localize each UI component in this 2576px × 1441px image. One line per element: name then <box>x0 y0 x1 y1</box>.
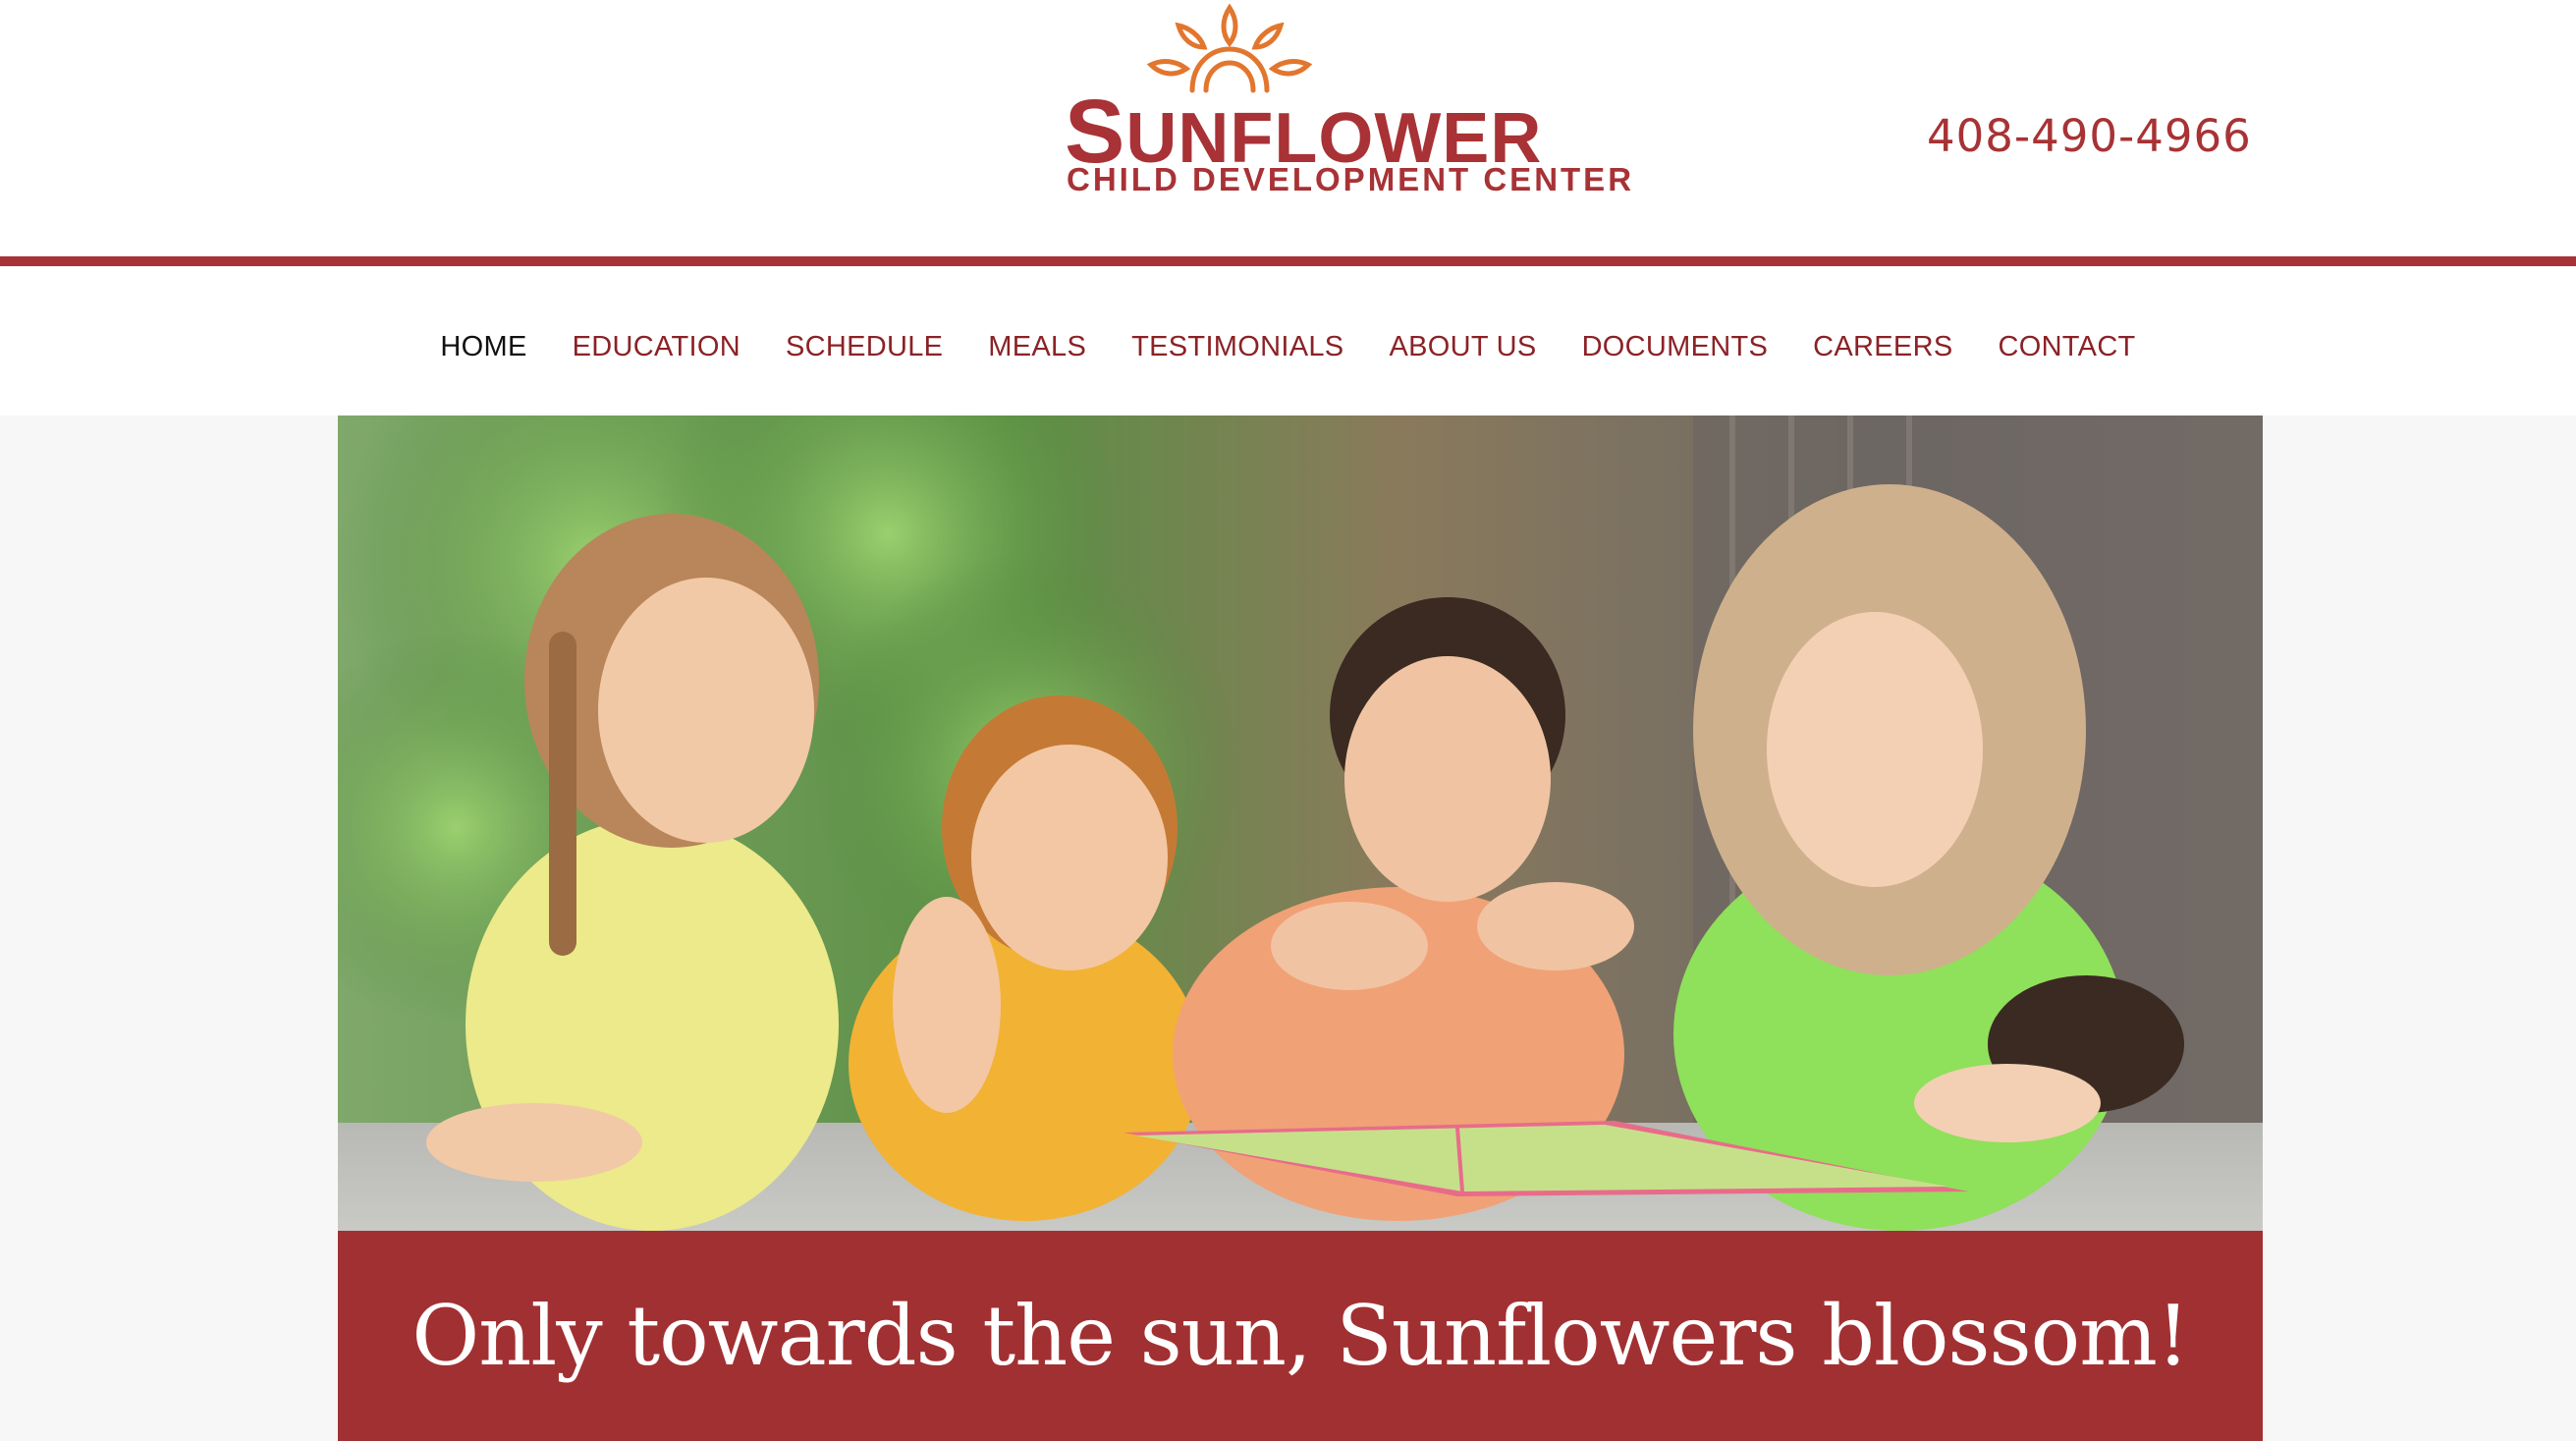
tagline-banner: Only towards the sun, Sunflowers blossom… <box>338 1231 2263 1441</box>
nav-item-documents[interactable]: DOCUMENTS <box>1560 333 1791 361</box>
nav-item-careers[interactable]: CAREERS <box>1790 333 1975 361</box>
nav-item-testimonials[interactable]: TESTIMONIALS <box>1109 333 1366 361</box>
nav-item-schedule[interactable]: SCHEDULE <box>763 333 965 361</box>
nav-item-home[interactable]: HOME <box>417 333 549 361</box>
main-content: Only towards the sun, Sunflowers blossom… <box>0 416 2576 1441</box>
main-nav: HOME EDUCATION SCHEDULE MEALS TESTIMONIALS AB… <box>0 266 2576 416</box>
sunflower-logo[interactable]: SUNFLOWER CHILD DEVELOPMENT CENTER <box>1063 0 1631 201</box>
header-divider <box>0 256 2576 266</box>
page: SUNFLOWER CHILD DEVELOPMENT CENTER 408-4… <box>0 0 2576 1441</box>
site-header: SUNFLOWER CHILD DEVELOPMENT CENTER 408-4… <box>0 0 2576 257</box>
nav-item-education[interactable]: EDUCATION <box>550 333 763 361</box>
tagline-text: Only towards the sun, Sunflowers blossom… <box>411 1288 2189 1384</box>
hero-image <box>338 416 2263 1231</box>
nav-item-about-us[interactable]: ABOUT US <box>1366 333 1559 361</box>
nav-menu: HOME EDUCATION SCHEDULE MEALS TESTIMONIALS AB… <box>0 333 2576 361</box>
children-reading-photo <box>338 416 2263 1231</box>
nav-item-contact[interactable]: CONTACT <box>1975 333 2158 361</box>
phone-number[interactable]: 408-490-4966 <box>1927 114 2252 158</box>
sun-logo-icon <box>1146 3 1313 93</box>
nav-item-meals[interactable]: MEALS <box>965 333 1109 361</box>
logo-subtitle: CHILD DEVELOPMENT CENTER <box>1067 161 1635 197</box>
